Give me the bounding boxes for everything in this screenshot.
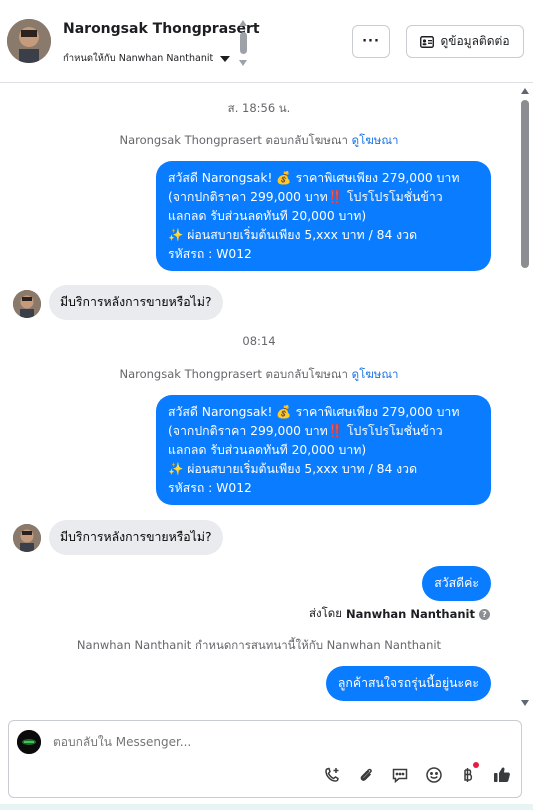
emoji-icon[interactable]	[423, 764, 445, 786]
add-contact-icon[interactable]	[321, 764, 343, 786]
sent-by-label: ส่งโดย Nanwhan Nanthanit ?	[309, 605, 490, 623]
sent-by-prefix: ส่งโดย	[308, 606, 343, 620]
assignee-label: กำหนดให้กับ Nanwhan Nanthanit	[63, 53, 214, 64]
outgoing-message[interactable]: ลูกค้าสนใจรถรุ่นนี้อยู่นะคะ	[325, 666, 491, 701]
incoming-message[interactable]: มีบริการหลังการขายหรือไม่?	[49, 285, 223, 320]
message-line: สวัสดี Narongsak! 💰 ราคาพิเศษเพียง 279,0…	[168, 405, 460, 419]
baht-payment-icon[interactable]	[457, 762, 479, 786]
arrow-down-icon[interactable]	[239, 60, 247, 66]
scrollbar[interactable]	[518, 84, 533, 710]
contact-info-label: ดูข้อมูลติดต่อ	[440, 34, 510, 48]
chevron-down-icon	[220, 55, 231, 62]
conversation-header: Narongsak Thongprasert กำหนดให้กับ Nanwh…	[0, 0, 533, 83]
message-line: (จากปกติราคา 299,000 บาท‼️ โปรโปรโมชั่นข…	[168, 424, 443, 438]
sent-by-name: Nanwhan Nanthanit	[346, 607, 475, 621]
notification-dot	[473, 762, 479, 768]
arrow-up-icon[interactable]	[239, 20, 247, 26]
contact-card-icon	[420, 35, 435, 48]
more-icon: ···	[362, 34, 380, 49]
ad-reply-text: Narongsak Thongprasert ตอบกลับโฆษณา	[119, 133, 348, 147]
view-ad-link[interactable]: ดูโฆษณา	[352, 133, 399, 147]
bottom-strip	[0, 804, 533, 810]
message-line: สวัสดี Narongsak! 💰 ราคาพิเศษเพียง 279,0…	[168, 171, 460, 185]
message-line: รหัสรถ : W012	[168, 247, 252, 261]
assignee-dropdown[interactable]: กำหนดให้กับ Nanwhan Nanthanit	[63, 51, 231, 66]
message-line: ✨ ผ่อนสบายเริ่มต้นเพียง 5,xxx บาท / 84 ง…	[168, 228, 418, 242]
message-line: ✨ ผ่อนสบายเริ่มต้นเพียง 5,xxx บาท / 84 ง…	[168, 462, 418, 476]
reply-composer	[8, 720, 522, 798]
ad-reply-context: Narongsak Thongprasert ตอบกลับโฆษณา ดูโฆ…	[0, 366, 518, 384]
message-line: (จากปกติราคา 299,000 บาท‼️ โปรโปรโมชั่นข…	[168, 190, 443, 204]
scroll-down-icon[interactable]	[521, 700, 529, 706]
ad-reply-text: Narongsak Thongprasert ตอบกลับโฆษณา	[119, 367, 348, 381]
message-list[interactable]: ส. 18:56 น. Narongsak Thongprasert ตอบกล…	[0, 84, 518, 710]
composer-toolbar	[321, 762, 513, 786]
outgoing-message[interactable]: สวัสดีค่ะ	[422, 566, 491, 601]
nav-handle	[239, 32, 247, 54]
help-icon[interactable]: ?	[479, 608, 490, 620]
contact-avatar[interactable]	[7, 19, 51, 63]
scroll-up-icon[interactable]	[521, 88, 529, 94]
view-ad-link[interactable]: ดูโฆษณา	[352, 367, 399, 381]
message-line: แลกลด รับส่วนลดทันที 20,000 บาท)	[168, 443, 367, 457]
incoming-message[interactable]: มีบริการหลังการขายหรือไม่?	[49, 520, 223, 555]
saved-reply-icon[interactable]	[389, 764, 411, 786]
attachment-icon[interactable]	[355, 764, 377, 786]
scrollbar-thumb[interactable]	[521, 100, 529, 268]
like-icon[interactable]	[491, 764, 513, 786]
contact-name[interactable]: Narongsak Thongprasert	[63, 21, 260, 37]
assignment-notice: Nanwhan Nanthanit กำหนดการสนทนานี้ให้กับ…	[76, 638, 442, 652]
outgoing-message[interactable]: สวัสดี Narongsak! 💰 ราคาพิเศษเพียง 279,0…	[156, 395, 491, 505]
reply-input[interactable]	[53, 735, 453, 749]
sender-avatar[interactable]	[13, 290, 41, 318]
page-avatar	[17, 730, 41, 754]
message-line: รหัสรถ : W012	[168, 481, 252, 495]
sender-avatar[interactable]	[13, 524, 41, 552]
timestamp-separator: ส. 18:56 น.	[227, 101, 291, 115]
contact-info-button[interactable]: ดูข้อมูลติดต่อ	[406, 25, 524, 58]
outgoing-message[interactable]: สวัสดี Narongsak! 💰 ราคาพิเศษเพียง 279,0…	[156, 161, 491, 271]
ad-reply-context: Narongsak Thongprasert ตอบกลับโฆษณา ดูโฆ…	[0, 132, 518, 150]
message-line: แลกลด รับส่วนลดทันที 20,000 บาท)	[168, 209, 367, 223]
more-options-button[interactable]: ···	[352, 25, 390, 58]
conversation-nav[interactable]	[237, 20, 249, 66]
timestamp-separator: 08:14	[242, 334, 276, 348]
